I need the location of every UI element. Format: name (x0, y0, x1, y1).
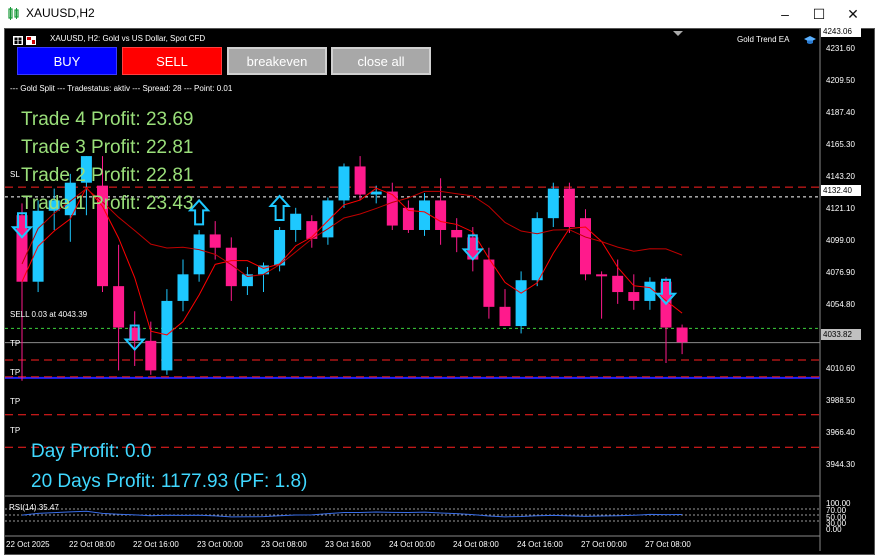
bear-candle (563, 188, 575, 228)
buy-button[interactable]: BUY (17, 47, 117, 75)
window-bottom-edge (0, 555, 879, 560)
price-label: 4209.50 (826, 76, 855, 85)
price-tag-sl: 4132.40 (821, 185, 861, 196)
bull-candle (370, 191, 382, 195)
rsi-level-label: 0.00 (826, 525, 842, 534)
price-label: 4076.90 (826, 268, 855, 277)
price-label: 4231.60 (826, 44, 855, 53)
bull-candle (161, 300, 173, 371)
price-label: 4121.10 (826, 204, 855, 213)
price-label: 4099.00 (826, 236, 855, 245)
price-label: 3966.40 (826, 428, 855, 437)
chart-toolbar-icons (13, 36, 36, 45)
time-label: 23 Oct 16:00 (325, 540, 371, 549)
bull-candle (419, 200, 430, 230)
sell-order-label: SELL 0.03 at 4043.39 (10, 310, 88, 319)
time-label: 24 Oct 16:00 (517, 540, 563, 549)
chart-shift-marker (673, 31, 683, 36)
bear-candle (386, 191, 398, 226)
bull-candle (290, 213, 302, 230)
bear-candle (113, 286, 125, 328)
time-label: 22 Oct 16:00 (133, 540, 179, 549)
ea-name: Gold Trend EA (737, 35, 790, 44)
price-label: 4010.60 (826, 364, 855, 373)
ea-hat-icon (804, 36, 816, 44)
bull-candle (515, 280, 527, 327)
twenty-days-profit: 20 Days Profit: 1177.93 (PF: 1.8) (31, 471, 308, 492)
trade-1-profit: Trade 1 Profit: 23.43 (21, 193, 194, 214)
sell-button[interactable]: SELL (122, 47, 222, 75)
bear-candle (483, 259, 495, 307)
buy-arrow-icon (268, 194, 291, 221)
bear-candle (209, 234, 221, 248)
tp3-label: TP (10, 397, 21, 406)
ea-status-line: --- Gold Split --- Tradestatus: aktiv --… (10, 84, 233, 93)
bear-candle (628, 292, 640, 301)
time-label: 27 Oct 08:00 (645, 540, 691, 549)
bull-candle (338, 166, 350, 201)
tp1-label: TP (10, 339, 21, 348)
bear-candle (435, 200, 447, 230)
price-tag-current: 4033.82 (821, 329, 861, 340)
bear-candle (676, 327, 688, 343)
bear-candle (354, 166, 366, 195)
bear-candle (596, 274, 608, 277)
time-label: 23 Oct 08:00 (261, 540, 307, 549)
time-label: 23 Oct 00:00 (197, 540, 243, 549)
bull-candle (322, 200, 334, 238)
rsi-line (21, 510, 683, 518)
bull-candle (177, 274, 189, 301)
rsi-label: RSI(14) 35.47 (9, 503, 59, 512)
breakeven-button[interactable]: breakeven (227, 47, 327, 75)
tp4-label: TP (10, 426, 21, 435)
bear-candle (612, 275, 624, 293)
trade-4-profit: Trade 4 Profit: 23.69 (21, 109, 194, 130)
price-tag-top: 4243.06 (821, 26, 861, 37)
bear-candle (145, 340, 157, 371)
bear-candle (499, 306, 511, 327)
time-label: 22 Oct 08:00 (69, 540, 115, 549)
price-label: 4165.30 (826, 140, 855, 149)
close-all-button[interactable]: close all (331, 47, 431, 75)
bull-candle (531, 218, 543, 281)
time-label: 24 Oct 00:00 (389, 540, 435, 549)
trade-3-profit: Trade 3 Profit: 22.81 (21, 137, 194, 158)
bear-candle (451, 229, 463, 238)
time-label: 24 Oct 08:00 (453, 540, 499, 549)
price-label: 3944.30 (826, 460, 855, 469)
price-label: 4187.40 (826, 108, 855, 117)
bull-candle (193, 234, 205, 275)
price-label: 4143.20 (826, 172, 855, 181)
sl-line-label: SL (10, 170, 20, 179)
trade-2-profit: Trade 2 Profit: 22.81 (21, 165, 194, 186)
price-label: 4054.80 (826, 300, 855, 309)
tp2-label: TP (10, 368, 21, 377)
symbol-description: XAUUSD, H2: Gold vs US Dollar, Spot CFD (50, 34, 206, 43)
bull-candle (547, 188, 559, 219)
price-label: 3988.50 (826, 396, 855, 405)
time-label: 22 Oct 2025 (6, 540, 50, 549)
day-profit: Day Profit: 0.0 (31, 441, 152, 462)
time-label: 27 Oct 00:00 (581, 540, 627, 549)
